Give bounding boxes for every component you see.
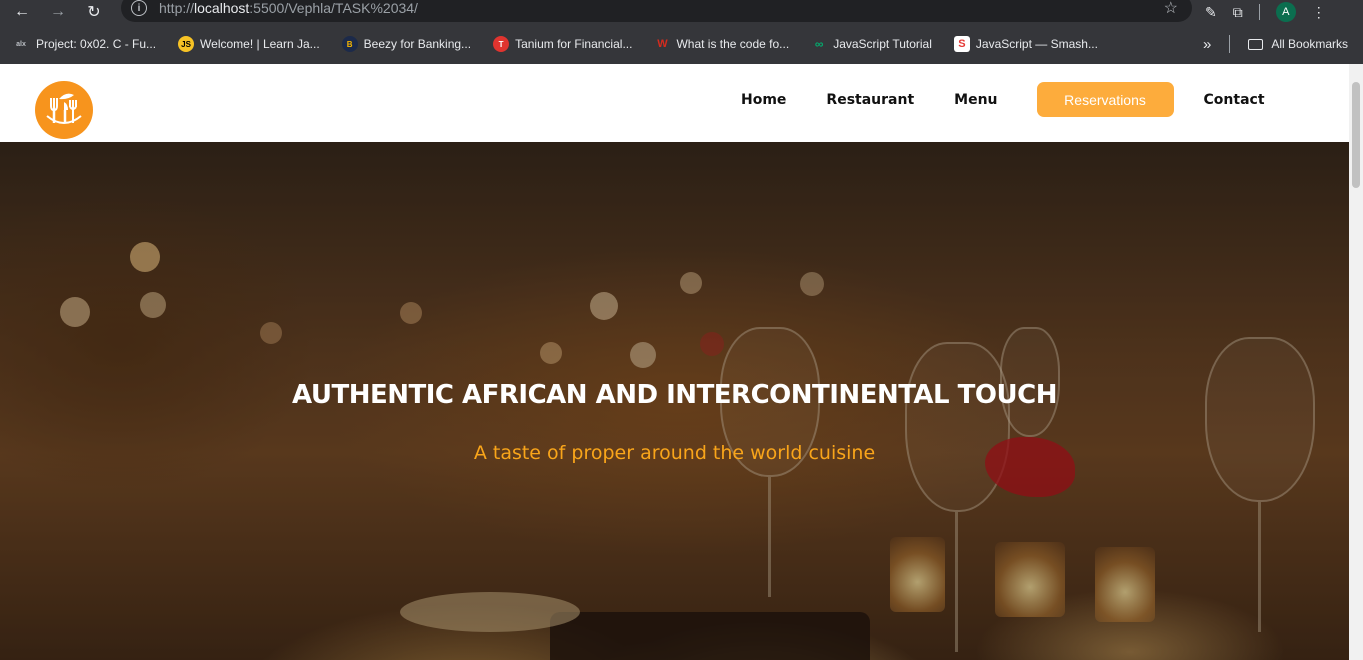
bookmark-item[interactable]: alx Project: 0x02. C - Fu... [12, 36, 156, 52]
main-nav: Home Restaurant Menu Reservations Contac… [741, 82, 1265, 117]
extensions-icon[interactable]: ⧉ [1233, 4, 1243, 21]
bookmark-star-icon[interactable]: ☆ [1164, 0, 1178, 18]
bookmarks-bar: alx Project: 0x02. C - Fu... JS Welcome!… [0, 24, 1363, 64]
reload-icon[interactable]: ↻ [83, 1, 105, 23]
alx-icon: alx [16, 40, 26, 48]
reservations-button[interactable]: Reservations [1036, 82, 1174, 117]
folder-icon [1248, 38, 1264, 50]
tanium-icon: T [493, 36, 510, 52]
w3-icon: ∞ [814, 37, 824, 51]
hero-title: AUTHENTIC AFRICAN AND INTERCONTINENTAL T… [292, 380, 1057, 410]
nav-restaurant-link[interactable]: Restaurant [826, 92, 914, 108]
site-info-icon[interactable]: i [131, 0, 147, 16]
bookmark-label: JavaScript — Smash... [975, 37, 1098, 51]
nav-contact-link[interactable]: Contact [1204, 92, 1265, 108]
bookmark-item[interactable]: JS Welcome! | Learn Ja... [178, 36, 320, 52]
kebab-menu-icon[interactable]: ⋮ [1312, 4, 1326, 21]
more-bookmarks-icon[interactable]: » [1203, 36, 1211, 53]
address-bar[interactable]: i http://localhost:5500/Vephla/TASK%2034… [121, 0, 1192, 22]
js-icon: JS [178, 36, 195, 52]
restaurant-logo[interactable] [35, 81, 93, 139]
bookmark-item[interactable]: W What is the code fo... [654, 36, 789, 52]
bookmark-label: What is the code fo... [676, 37, 790, 51]
url-text[interactable]: http://localhost:5500/Vephla/TASK%2034/ [159, 0, 418, 16]
bookmark-label: Welcome! | Learn Ja... [200, 37, 320, 51]
bookmark-label: Beezy for Banking... [363, 37, 472, 51]
page-scrollbar[interactable] [1349, 64, 1363, 660]
bookmark-item[interactable]: T Tanium for Financial... [493, 36, 632, 52]
nav-menu-link[interactable]: Menu [954, 92, 997, 108]
back-arrow-icon[interactable]: ← [11, 1, 33, 23]
scrollbar-thumb[interactable] [1352, 82, 1360, 188]
toolbar-divider [1258, 4, 1260, 20]
all-bookmarks-label: All Bookmarks [1271, 37, 1349, 51]
smashing-icon: S [953, 36, 970, 52]
site-header: Home Restaurant Menu Reservations Contac… [0, 64, 1349, 142]
bookmark-item[interactable]: B Beezy for Banking... [341, 36, 472, 52]
forward-arrow-icon[interactable]: → [47, 1, 69, 23]
bookmark-label: Project: 0x02. C - Fu... [36, 37, 157, 51]
bookmark-label: Tanium for Financial... [515, 37, 633, 51]
profile-avatar[interactable]: A [1275, 2, 1296, 22]
browser-toolbar: ← → ↻ i http://localhost:5500/Vephla/TAS… [0, 0, 1363, 24]
bookmark-item[interactable]: ∞ JavaScript Tutorial [811, 36, 932, 52]
nav-home-link[interactable]: Home [741, 92, 786, 108]
web-page: Home Restaurant Menu Reservations Contac… [0, 64, 1349, 660]
all-bookmarks-button[interactable]: All Bookmarks [1248, 37, 1348, 51]
bookmark-item[interactable]: S JavaScript — Smash... [953, 36, 1098, 52]
beezy-icon: B [341, 36, 358, 52]
eyedropper-icon[interactable]: ✎ [1205, 4, 1217, 21]
bookmarks-divider [1229, 35, 1231, 53]
code-icon: W [657, 38, 668, 50]
hero-subtitle: A taste of proper around the world cuisi… [473, 442, 876, 464]
hero-banner: AUTHENTIC AFRICAN AND INTERCONTINENTAL T… [0, 142, 1349, 660]
bookmark-label: JavaScript Tutorial [833, 37, 932, 51]
cutlery-leaf-icon [46, 93, 82, 124]
